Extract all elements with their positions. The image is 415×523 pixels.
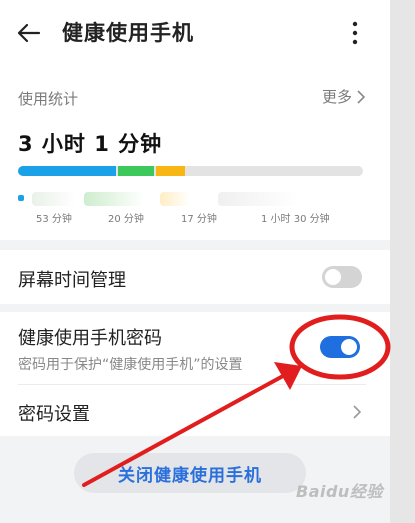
phone-screen: 健康使用手机 使用统计 更多 3 小时 1 分钟 53 分钟 20 分钟 17 …	[0, 0, 390, 523]
password-toggle[interactable]	[320, 336, 360, 358]
password-label: 健康使用手机密码	[18, 328, 162, 349]
stats-more-link[interactable]: 更多	[322, 86, 366, 107]
screen-time-label: 屏幕时间管理	[18, 270, 126, 291]
app-time: 53 分钟	[36, 214, 72, 225]
usage-legend: 53 分钟 20 分钟 17 分钟 1 小时 30 分钟	[18, 192, 363, 232]
app-header: 健康使用手机	[0, 0, 390, 66]
background-strip	[390, 0, 415, 523]
usage-bar-segment	[187, 166, 361, 176]
blurred-app-name	[32, 192, 76, 206]
usage-bar-segment	[118, 166, 154, 176]
stats-label: 使用统计	[18, 90, 79, 108]
toggle-knob	[341, 339, 357, 355]
toggle-knob	[325, 269, 341, 285]
blurred-app-name	[218, 192, 298, 206]
back-button[interactable]	[14, 18, 44, 48]
blurred-app-name	[84, 192, 144, 206]
usage-bar-segment	[18, 166, 116, 176]
screen-time-row[interactable]: 屏幕时间管理	[0, 250, 390, 304]
screen-time-toggle[interactable]	[322, 266, 362, 288]
page-title: 健康使用手机	[62, 21, 194, 45]
usage-bar-segment	[156, 166, 185, 176]
watermark: Baidu经验	[296, 482, 383, 501]
chevron-right-icon	[357, 89, 366, 104]
password-card: 健康使用手机密码 密码用于保护“健康使用手机”的设置 密码设置	[0, 312, 390, 436]
more-vertical-icon	[352, 21, 358, 45]
app-time: 17 分钟	[181, 214, 217, 225]
password-description: 密码用于保护“健康使用手机”的设置	[18, 357, 243, 373]
legend-marker	[18, 195, 24, 201]
chevron-right-icon	[353, 405, 362, 419]
total-usage-time: 3 小时 1 分钟	[18, 132, 163, 156]
blurred-app-name	[160, 192, 190, 206]
usage-stats-card: 使用统计 更多 3 小时 1 分钟 53 分钟 20 分钟 17 分钟 1 小时…	[0, 66, 390, 240]
close-healthy-usage-button[interactable]: 关闭健康使用手机	[74, 453, 306, 493]
app-time: 20 分钟	[108, 214, 144, 225]
divider	[18, 384, 366, 385]
usage-bar	[18, 166, 363, 176]
arrow-left-icon	[17, 23, 41, 43]
app-time: 1 小时 30 分钟	[261, 214, 330, 225]
more-options-button[interactable]	[342, 16, 368, 50]
password-settings-label: 密码设置	[18, 404, 90, 425]
stats-more-label: 更多	[321, 88, 352, 106]
password-settings-row[interactable]: 密码设置	[0, 386, 390, 436]
